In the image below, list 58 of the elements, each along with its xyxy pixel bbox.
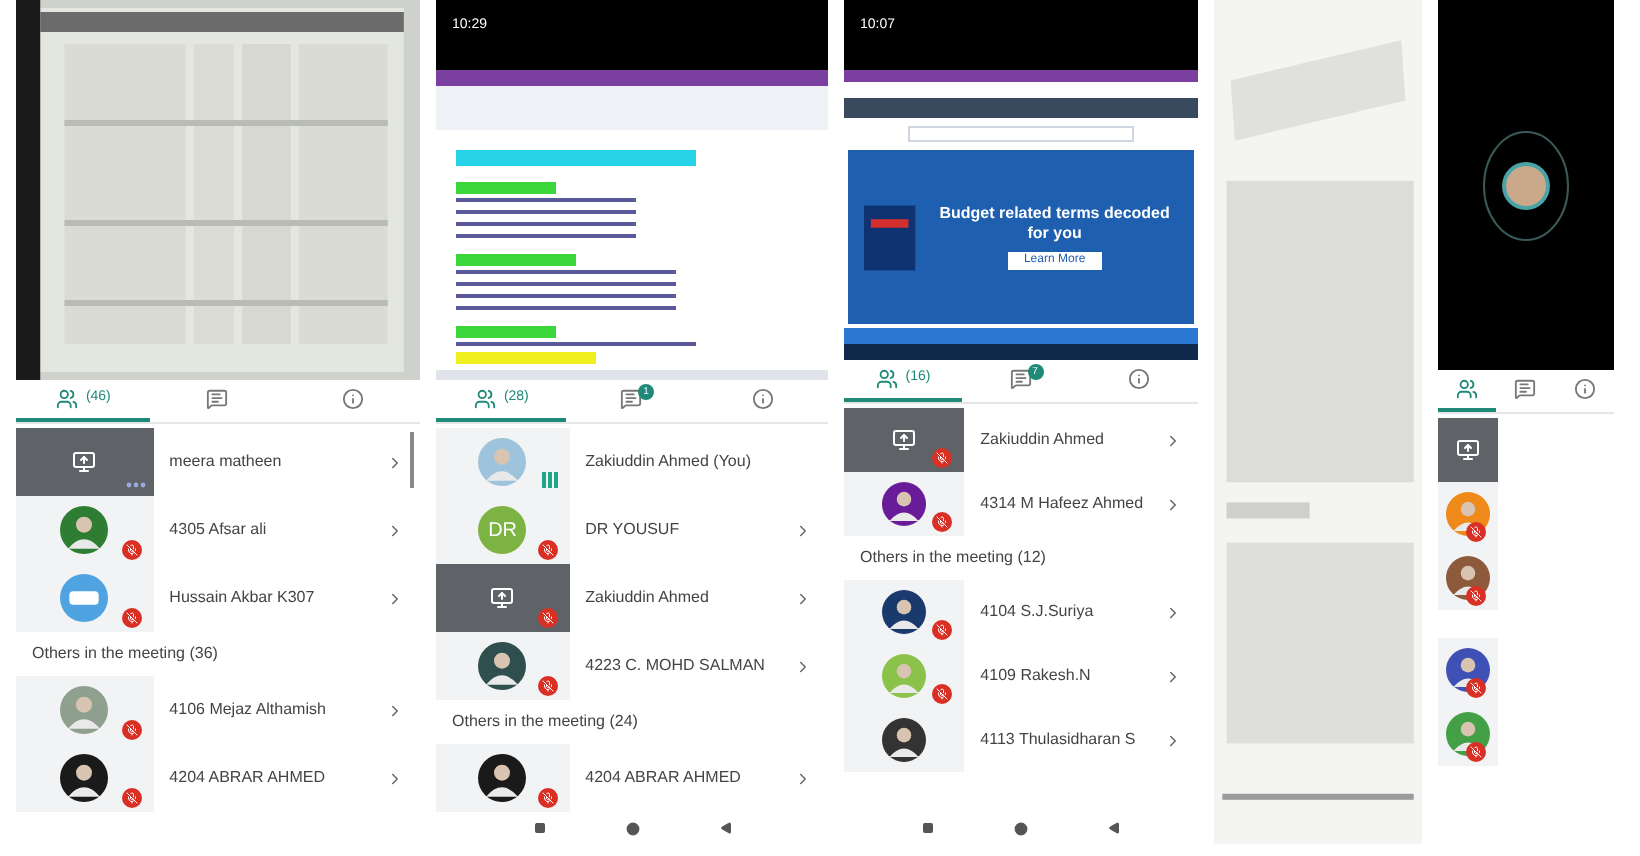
chat-icon [620,388,643,410]
participant-name: 4109 Rakesh.N [978,664,1093,688]
chevron-icon[interactable] [1164,495,1182,513]
people-icon [875,368,898,390]
recent-apps-icon[interactable] [922,822,934,834]
present-icon [490,586,515,610]
participant-avatar [1482,129,1570,241]
chevron-icon[interactable] [1164,431,1182,449]
participant-name: 4204 ABRAR AHMED [167,766,327,790]
info-icon [1573,378,1596,400]
participant-name: DR YOUSUF [583,518,682,542]
info-icon [341,388,364,410]
participant-name: 4104 S.J.Suriya [978,600,1096,624]
participant-name: 4113 Thulasidharan S [978,728,1138,752]
people-icon [1456,378,1479,400]
participant-name: Zakiuddin Ahmed [978,428,1106,452]
initials-avatar: DR [478,506,527,554]
banner-headline: Budget related terms decoded for you [937,204,1172,244]
chevron-icon[interactable] [386,769,404,787]
chat-icon [1010,368,1032,390]
present-icon [1455,438,1480,462]
chevron-icon[interactable] [386,701,404,719]
people-icon [55,388,78,410]
participant-name: Zakiuddin Ahmed (You) [583,450,753,474]
present-icon [72,450,97,474]
chevron-icon[interactable] [794,521,812,539]
chevron-icon[interactable] [794,657,812,675]
chevron-icon[interactable] [386,521,404,539]
present-icon [892,428,917,452]
participant-name: 4314 M Hafeez Ahmed [978,492,1146,516]
participant-name: 4305 Afsar ali [167,518,269,542]
people-icon [473,388,496,410]
chevron-icon[interactable] [386,589,404,607]
home-icon[interactable] [625,821,639,835]
participant-name: Zakiuddin Ahmed [583,586,711,610]
participant-name: 4106 Mejaz Althamish [167,698,328,722]
section-header: Others in the meeting (12) [858,546,1048,570]
participant-name: meera matheen [167,450,284,474]
back-icon[interactable] [1108,822,1120,834]
info-icon [1128,368,1150,390]
back-icon[interactable] [719,822,731,834]
info-icon [751,388,774,410]
recent-apps-icon[interactable] [533,822,545,834]
chat-icon [206,388,229,410]
chevron-icon[interactable] [1164,667,1182,685]
home-icon[interactable] [1014,821,1028,835]
participant-name: 4223 C. MOHD SALMAN [583,654,767,678]
section-header: Others in the meeting (36) [30,642,220,666]
chevron-icon[interactable] [794,769,812,787]
chevron-icon[interactable] [1164,731,1182,749]
participant-name: Hussain Akbar K307 [167,586,317,610]
search-field[interactable] [908,126,1134,142]
participant-name: 4204 ABRAR AHMED [583,766,743,790]
chevron-icon[interactable] [386,453,404,471]
section-header: Others in the meeting (24) [450,710,640,734]
chevron-icon[interactable] [794,589,812,607]
chat-icon [1514,378,1537,400]
chevron-icon[interactable] [1164,603,1182,621]
